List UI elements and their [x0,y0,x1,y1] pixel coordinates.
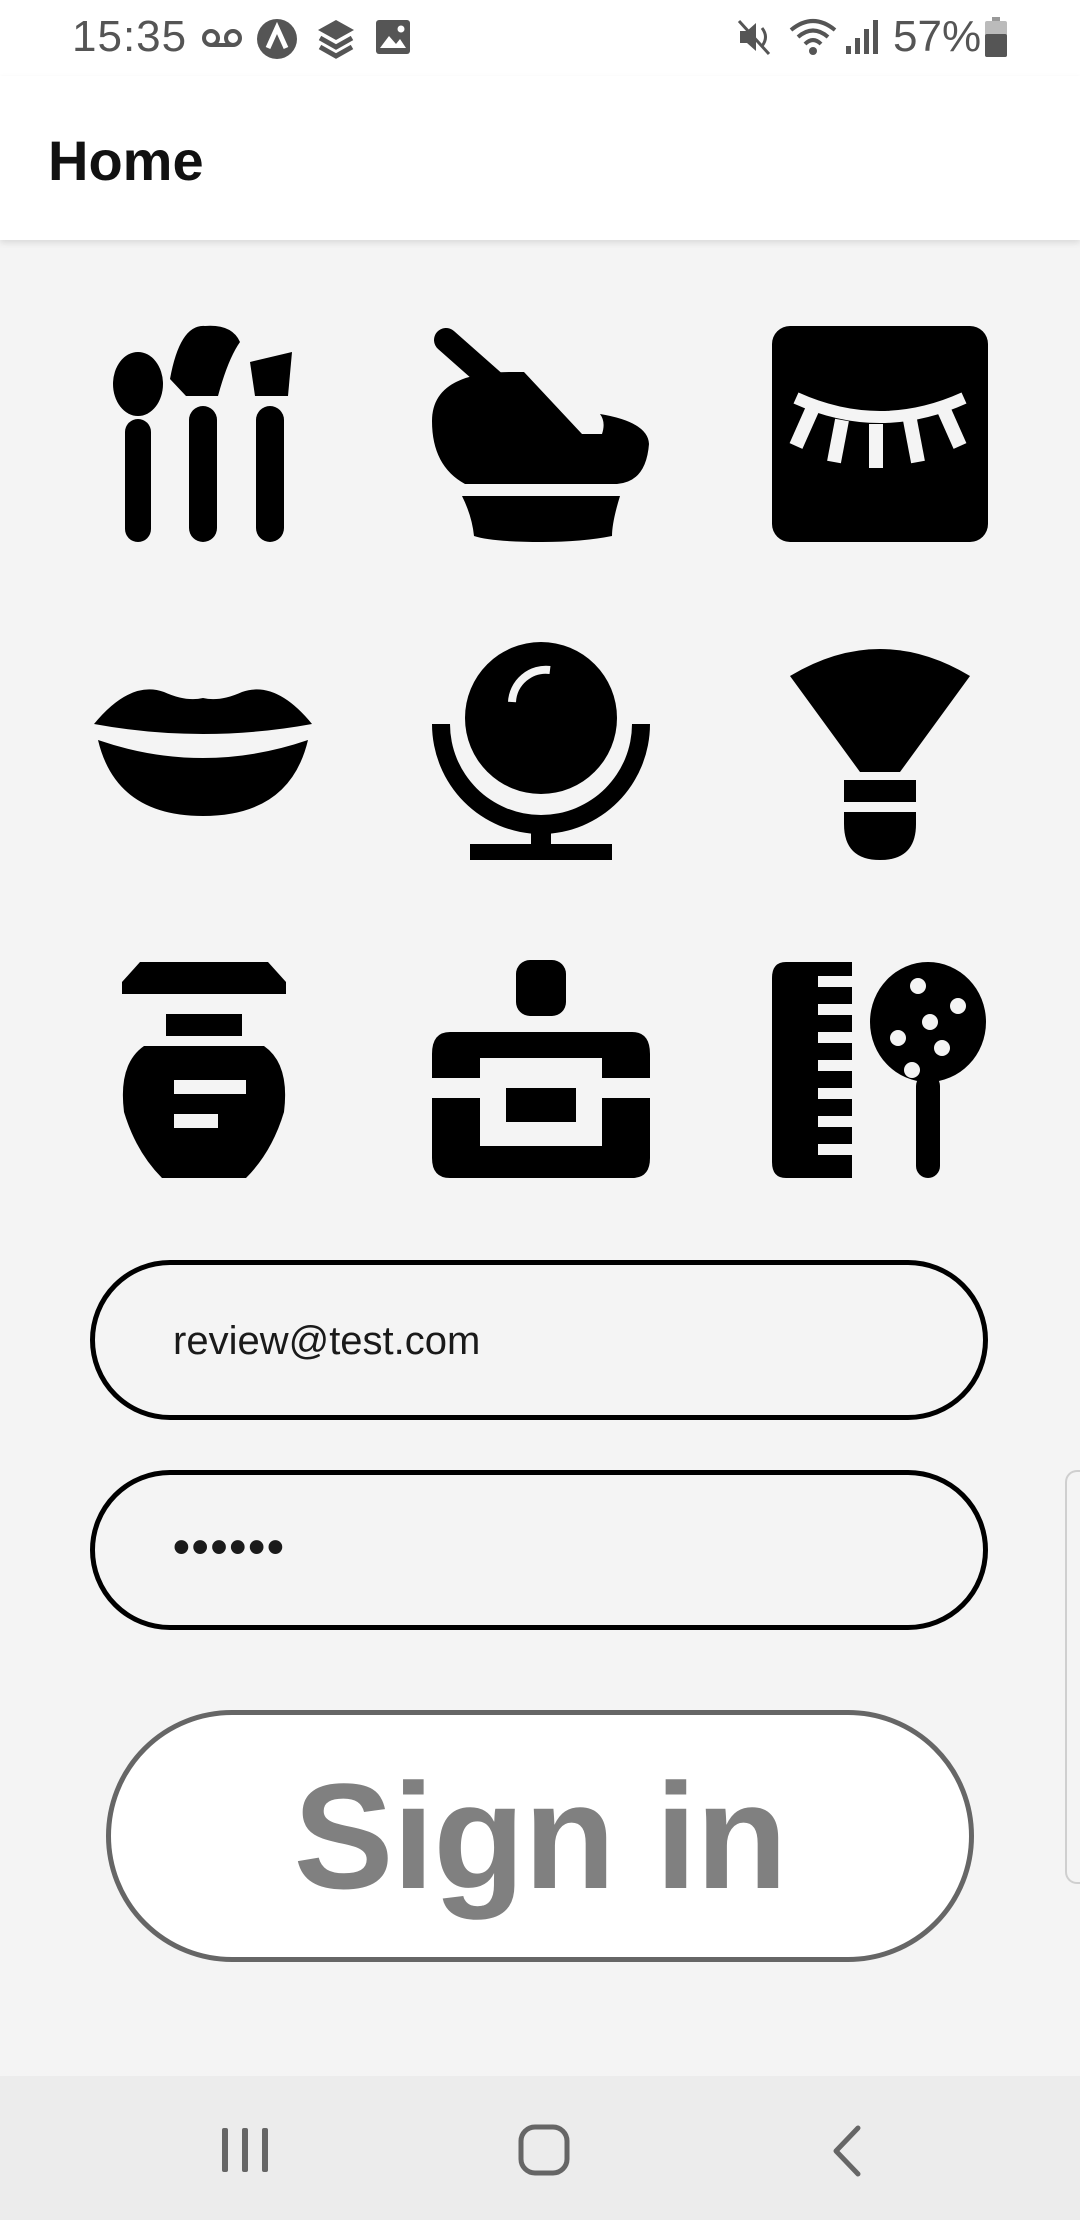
back-icon[interactable] [828,2124,868,2178]
status-time: 15:35 [72,12,188,61]
vanity-case-icon[interactable] [432,960,650,1178]
battery-icon [985,17,1007,57]
password-field[interactable]: •••••• [90,1470,988,1630]
recent-apps-icon[interactable] [218,2126,272,2174]
signal-icon [846,20,878,54]
email-value: review@test.com [173,1319,481,1363]
password-mask: •••••• [173,1521,286,1574]
mortar-pestle-icon[interactable] [432,326,650,542]
makeup-brushes-icon[interactable] [110,324,298,542]
voicemail-icon [202,29,242,47]
page-title: Home [48,129,204,192]
layers-icon [318,20,354,59]
image-icon [376,20,410,54]
wifi-icon [789,19,837,55]
fan-brush-icon[interactable] [790,644,970,860]
side-panel-handle[interactable] [1065,1470,1080,1884]
eyelash-icon[interactable] [772,326,988,542]
status-bar: 15:35 57% [0,0,1080,76]
sign-in-label: Sign in [293,1751,788,1920]
perfume-bottle-icon[interactable] [122,962,286,1178]
lips-icon[interactable] [94,684,312,816]
sign-in-button[interactable]: Sign in [106,1710,974,1962]
battery-percent: 57% [893,12,982,61]
nav-bar [0,2076,1080,2220]
email-field[interactable]: review@test.com [90,1260,988,1420]
app-a-icon [257,19,297,59]
vanity-mirror-icon[interactable] [432,642,650,860]
app-bar: Home [0,76,1080,240]
comb-brush-icon[interactable] [772,962,988,1178]
home-icon[interactable] [516,2122,572,2178]
mute-icon [737,19,771,56]
